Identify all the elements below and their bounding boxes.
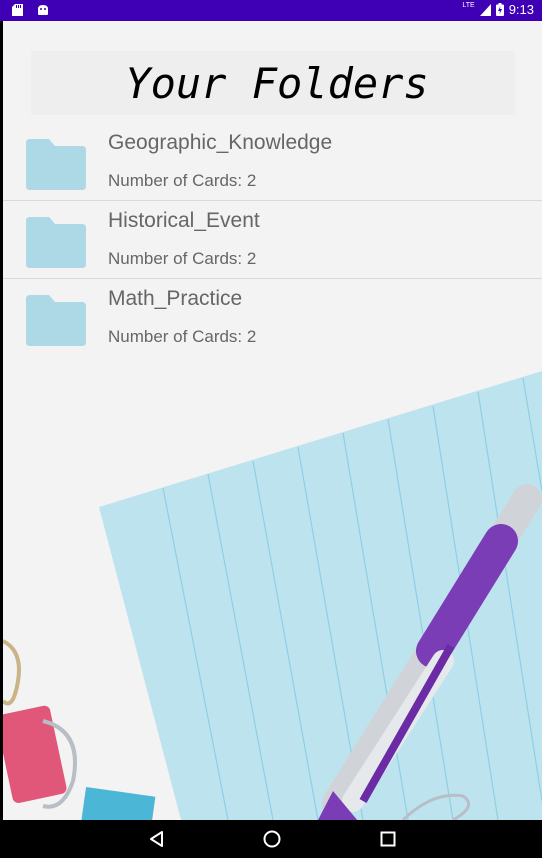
network-type-label: LTE	[462, 2, 475, 9]
folder-icon	[26, 217, 86, 268]
folder-card-count: Number of Cards: 2	[108, 327, 257, 346]
folder-name: Geographic_Knowledge	[108, 131, 333, 154]
title-bar: Your Folders	[31, 51, 515, 115]
clock: 9:13	[508, 2, 534, 17]
home-icon[interactable]	[262, 829, 282, 849]
navigation-bar	[0, 820, 542, 858]
folder-icon	[26, 139, 86, 190]
sd-card-icon	[12, 4, 23, 16]
back-icon[interactable]	[147, 829, 167, 849]
folder-card-count: Number of Cards: 2	[108, 249, 257, 268]
folder-card-count: Number of Cards: 2	[108, 171, 257, 190]
folder-name: Historical_Event	[108, 209, 260, 232]
battery-icon	[495, 3, 504, 16]
folder-icon	[26, 295, 86, 346]
folder-item-geographic-knowledge[interactable]: Geographic_Knowledge Number of Cards: 2	[3, 123, 542, 201]
app-screen: Your Folders Geographic_Knowledge Number…	[3, 21, 542, 820]
folder-list: Geographic_Knowledge Number of Cards: 2 …	[3, 123, 542, 356]
android-icon	[38, 5, 48, 15]
folder-name: Math_Practice	[108, 287, 243, 310]
status-bar: LTE 9:13	[0, 0, 542, 21]
folder-item-historical-event[interactable]: Historical_Event Number of Cards: 2	[3, 201, 542, 279]
page-title: Your Folders	[125, 58, 429, 108]
cell-signal-icon	[479, 3, 491, 16]
folder-item-math-practice[interactable]: Math_Practice Number of Cards: 2	[3, 279, 542, 356]
recents-icon[interactable]	[378, 829, 398, 849]
